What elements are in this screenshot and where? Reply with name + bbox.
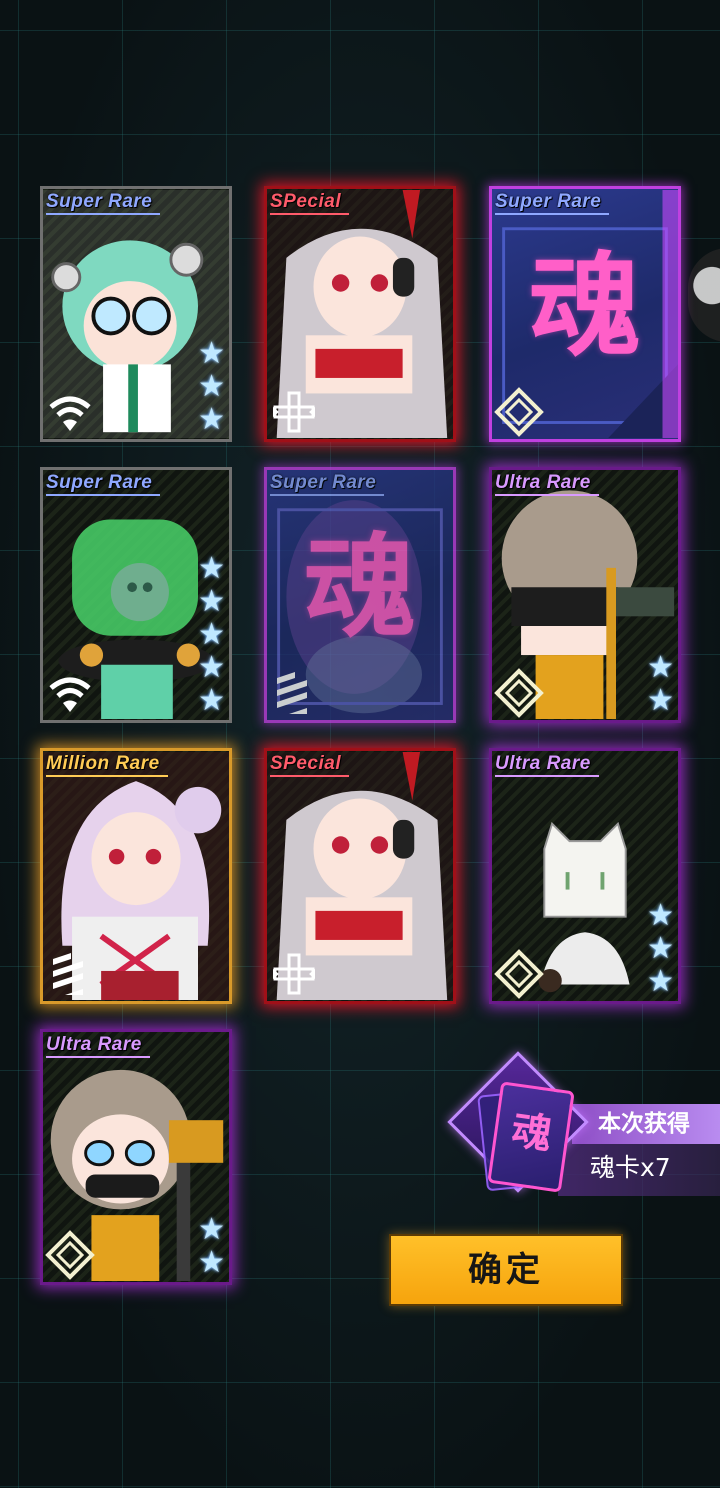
soul-glyph: 魂 [304,523,416,653]
star-icon: ★ [198,617,225,652]
rarity-label: Ultra Rare [495,753,599,777]
diamond-icon [494,668,544,718]
rarity-label: Super Rare [46,191,161,215]
result-card-8[interactable]: SPecial [264,748,456,1004]
rarity-label: Million Rare [46,753,168,777]
star-icon: ★ [647,931,674,966]
gacha-results-screen: Super Rare ★ ★ ★ SPecial Super Rare 魂 Su… [0,0,720,1488]
result-card-3[interactable]: Super Rare 魂 [489,186,681,442]
result-card-2[interactable]: SPecial [264,186,456,442]
star-rating: ★ ★ ★ [647,900,674,997]
star-icon: ★ [647,964,674,999]
star-rating: ★ ★ [198,1214,225,1278]
wifi-icon [49,396,91,431]
star-icon: ★ [198,336,225,371]
star-icon: ★ [647,650,674,685]
confirm-button[interactable]: 确定 [389,1234,623,1306]
result-card-4[interactable]: Super Rare ★ ★ ★ ★ ★ [40,467,232,723]
rarity-label: SPecial [270,753,350,777]
star-icon: ★ [647,898,674,933]
diamond-icon [494,949,544,999]
summary-count: 魂卡x7 [590,1153,671,1182]
star-rating: ★ ★ [647,652,674,716]
star-icon: ★ [198,650,225,685]
star-icon: ★ [198,551,225,586]
soul-card-summary: 本次获得 魂卡x7 魂 [447,1051,720,1206]
diamond-icon [494,387,544,437]
rarity-label: Super Rare [46,472,161,496]
result-card-5[interactable]: Super Rare 魂 [264,467,456,723]
result-card-1[interactable]: Super Rare ★ ★ ★ [40,186,232,442]
result-card-6[interactable]: Ultra Rare ★ ★ [489,467,681,723]
summary-title: 本次获得 [572,1104,720,1144]
star-icon: ★ [198,1245,225,1280]
soul-card-icon-glyph: 魂 [508,1107,555,1159]
soul-glyph: 魂 [529,242,641,372]
rarity-label: SPecial [270,191,350,215]
rarity-label: Super Rare [270,472,385,496]
dpad-icon [273,953,315,995]
star-icon: ★ [198,369,225,404]
result-card-10[interactable]: Ultra Rare ★ ★ [40,1029,232,1285]
bars-icon [277,672,307,714]
star-icon: ★ [647,683,674,718]
offscreen-character-peek [688,248,720,342]
rarity-label: Ultra Rare [495,472,599,496]
star-rating: ★ ★ ★ ★ ★ [198,553,225,716]
star-rating: ★ ★ ★ [198,338,225,435]
rarity-label: Super Rare [495,191,610,215]
star-icon: ★ [198,1212,225,1247]
rarity-label: Ultra Rare [46,1034,150,1058]
star-icon: ★ [198,683,225,718]
soul-card-icon: 魂 [487,1081,575,1193]
star-icon: ★ [198,402,225,437]
result-card-7[interactable]: Million Rare [40,748,232,1004]
diamond-icon [45,1230,95,1280]
bars-icon [53,953,83,995]
dpad-icon [273,391,315,433]
wifi-icon [49,677,91,712]
result-card-9[interactable]: Ultra Rare ★ ★ ★ [489,748,681,1004]
star-icon: ★ [198,584,225,619]
